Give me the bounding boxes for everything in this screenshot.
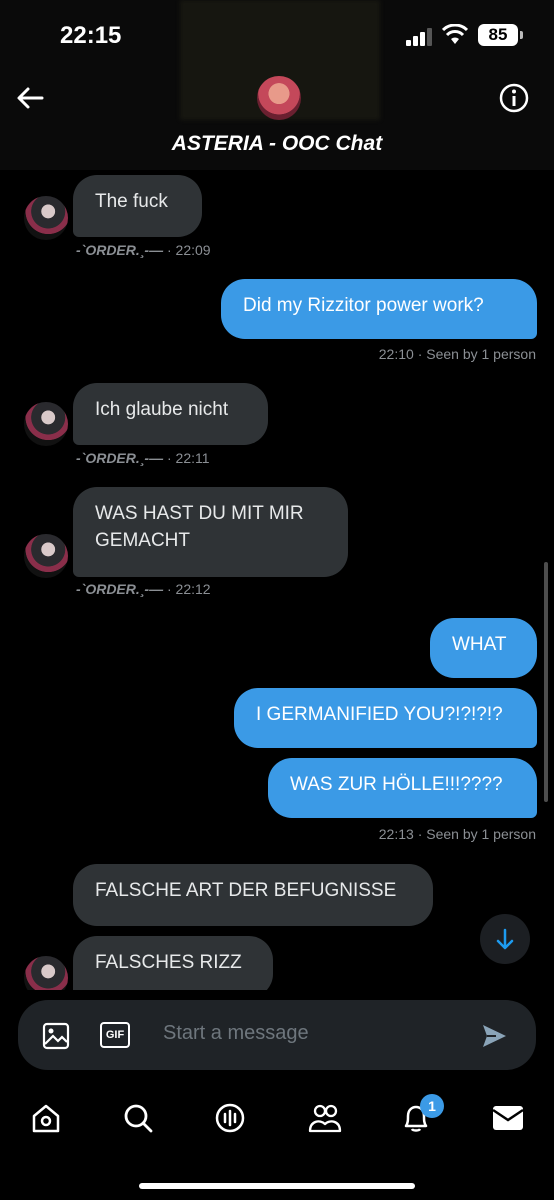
message-bubble-incoming[interactable]: WAS HAST DU MIT MIR GEMACHT: [73, 487, 348, 577]
home-indicator: [139, 1183, 415, 1189]
message-meta: -`ORDER.¸-— · 22:11: [76, 450, 210, 466]
notifications-badge: 1: [420, 1094, 444, 1118]
message-bubble-outgoing[interactable]: WHAT: [430, 618, 537, 678]
message-bubble-outgoing[interactable]: WAS ZUR HÖLLE!!!????: [268, 758, 537, 818]
gif-label: GIF: [105, 1029, 125, 1041]
scrollbar[interactable]: [544, 562, 548, 802]
back-arrow-icon[interactable]: [14, 82, 46, 114]
conversation-avatar[interactable]: [257, 76, 301, 120]
message-time: · 22:12: [167, 581, 211, 597]
home-icon[interactable]: [30, 1102, 62, 1134]
message-status: 22:13 · Seen by 1 person: [378, 826, 536, 842]
message-bubble-outgoing[interactable]: I GERMANIFIED YOU?!?!?!?: [234, 688, 537, 748]
info-icon[interactable]: [498, 82, 530, 114]
message-time: · 22:11: [167, 450, 210, 466]
sender-avatar[interactable]: [24, 196, 68, 240]
sender-avatar[interactable]: [24, 402, 68, 446]
message-time: · 22:09: [167, 242, 211, 258]
message-meta: -`ORDER.¸-— · 22:09: [76, 242, 211, 258]
message-meta: -`ORDER.¸-— · 22:12: [76, 581, 211, 597]
sender-name: -`ORDER.¸-—: [76, 450, 164, 466]
wifi-icon: [442, 24, 468, 44]
scroll-to-bottom-button[interactable]: [480, 914, 530, 964]
communities-icon[interactable]: [308, 1102, 342, 1134]
arrow-down-icon: [496, 928, 514, 950]
image-icon[interactable]: [42, 1022, 70, 1050]
message-bubble-incoming[interactable]: The fuck: [73, 175, 202, 237]
sender-name: -`ORDER.¸-—: [76, 581, 164, 597]
sender-name: -`ORDER.¸-—: [76, 242, 164, 258]
battery-cap: [520, 31, 523, 39]
message-bubble-incoming[interactable]: FALSCHES RIZZ: [73, 936, 273, 990]
message-status: 22:10 · Seen by 1 person: [378, 346, 536, 362]
gif-button[interactable]: GIF: [100, 1022, 130, 1048]
message-bubble-incoming[interactable]: Ich glaube nicht: [73, 383, 268, 445]
status-bar: 22:15 85: [0, 0, 554, 70]
sender-avatar[interactable]: [24, 956, 68, 990]
conversation-title[interactable]: ASTERIA - OOC Chat: [0, 132, 554, 156]
spaces-icon[interactable]: [214, 1102, 246, 1134]
message-bubble-incoming[interactable]: FALSCHE ART DER BEFUGNISSE: [73, 864, 433, 926]
send-icon[interactable]: [480, 1022, 508, 1050]
cellular-signal-icon: [406, 28, 432, 46]
message-bubble-outgoing[interactable]: Did my Rizzitor power work?: [221, 279, 537, 339]
search-icon[interactable]: [122, 1102, 154, 1134]
status-time: 22:15: [60, 22, 122, 49]
bottom-tab-bar: [0, 1088, 554, 1148]
battery-indicator: 85: [478, 24, 518, 46]
messages-icon[interactable]: [492, 1104, 524, 1132]
message-composer: GIF Start a message: [18, 1000, 536, 1070]
message-input[interactable]: Start a message: [163, 1022, 309, 1045]
sender-avatar[interactable]: [24, 534, 68, 578]
message-list[interactable]: The fuck -`ORDER.¸-— · 22:09 Did my Rizz…: [0, 170, 554, 990]
